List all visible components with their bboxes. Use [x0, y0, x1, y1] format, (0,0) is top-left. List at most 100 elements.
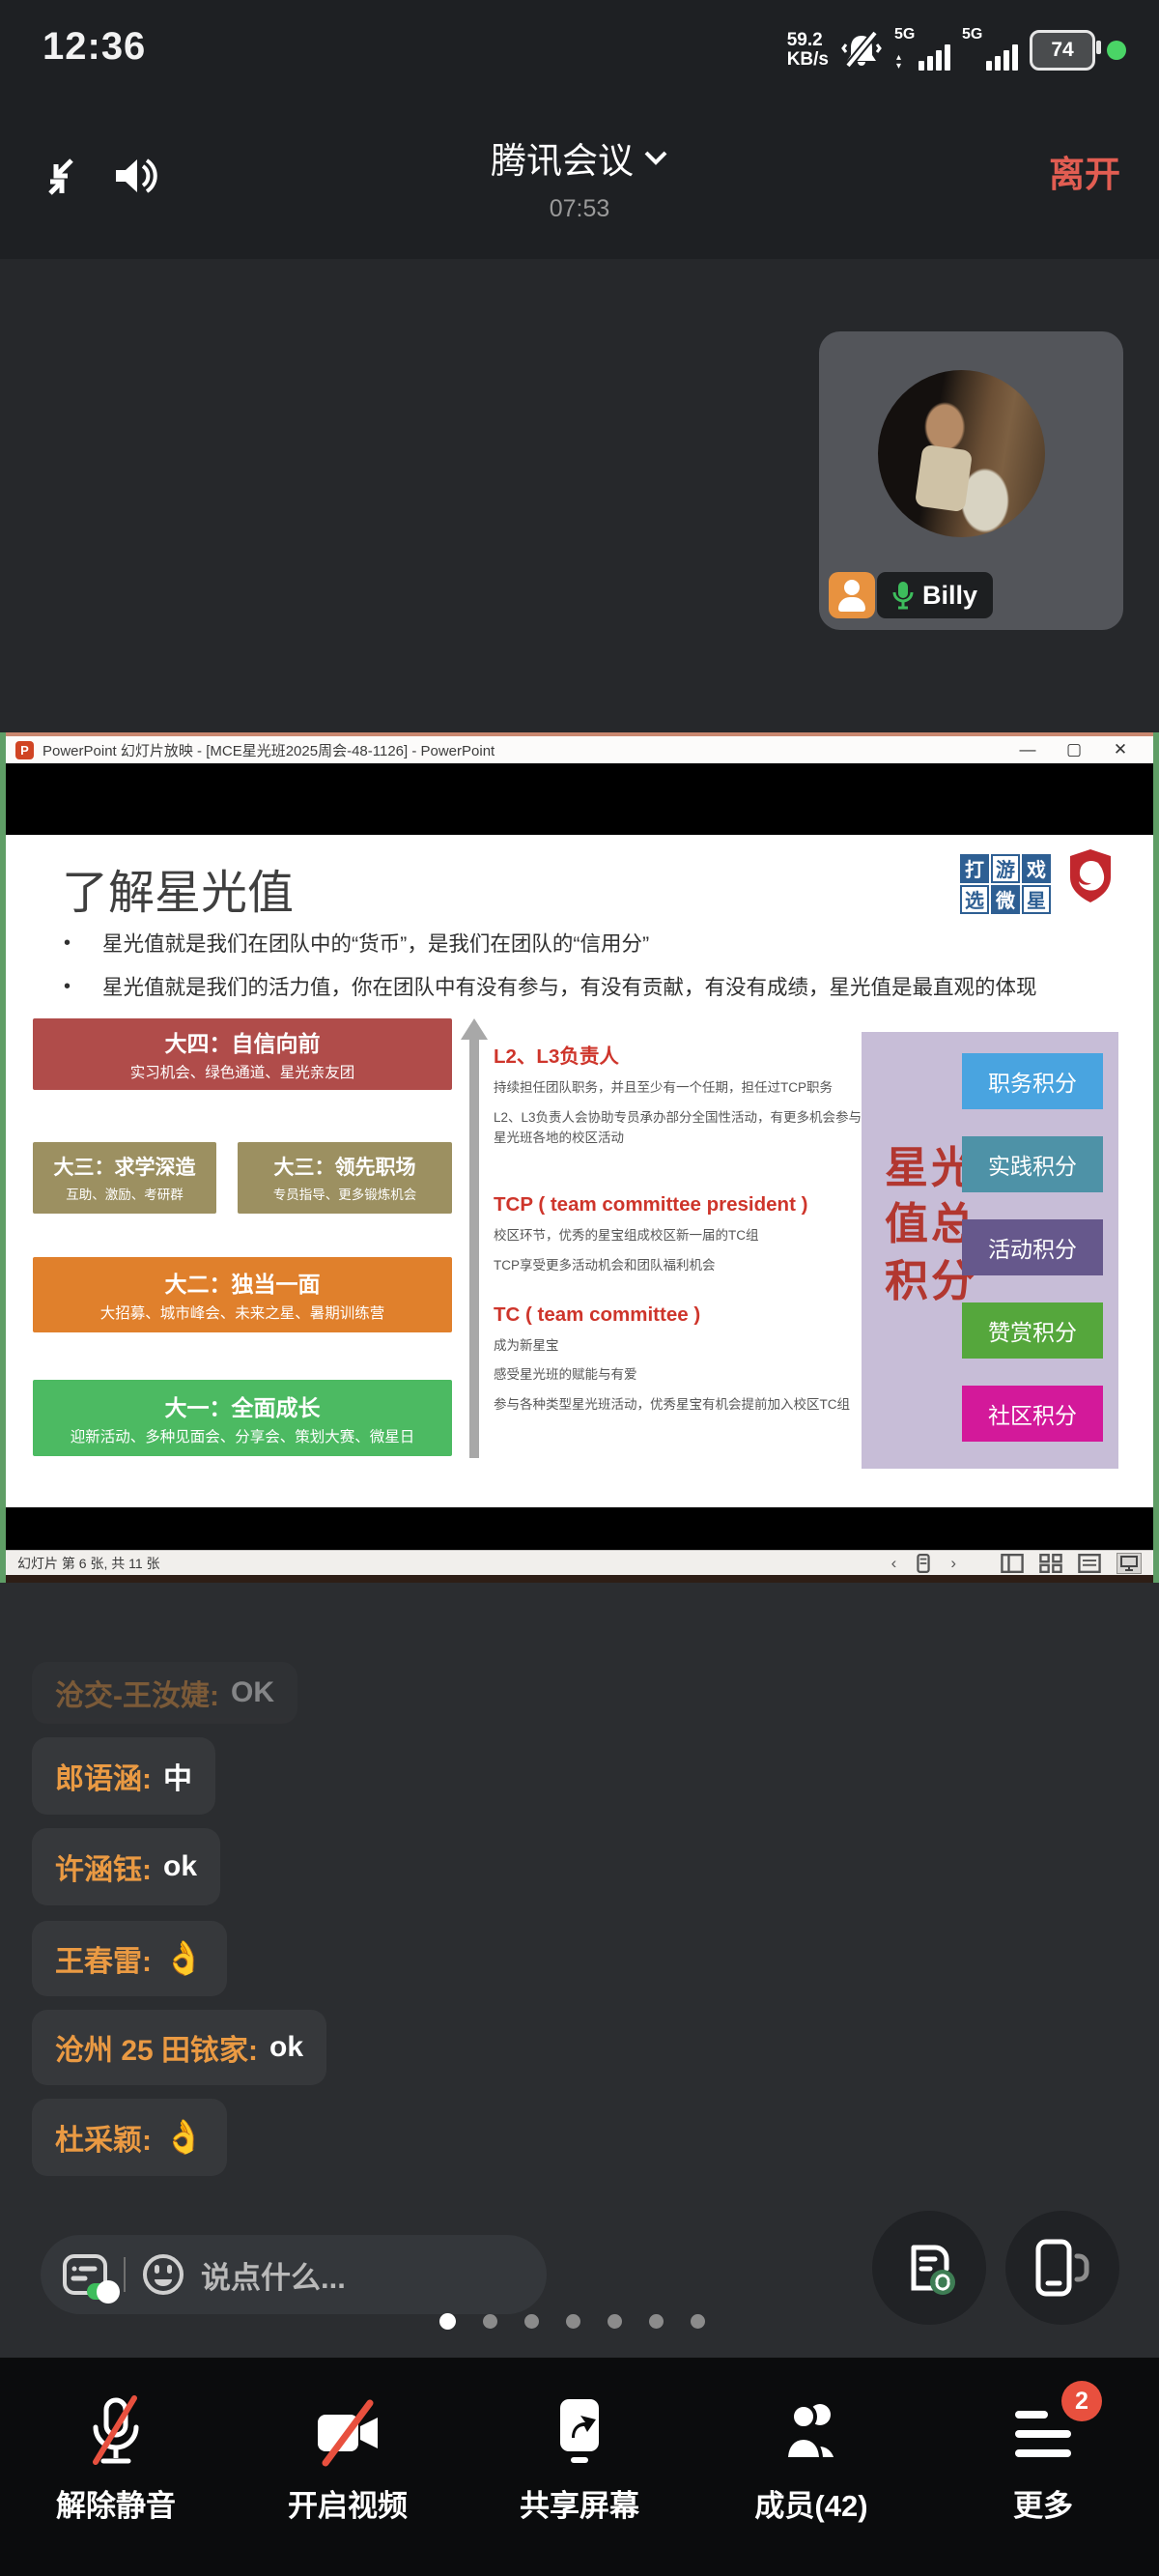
pyramid-level2-block: 大二：独当一面 大招募、城市峰会、未来之星、暑期训练营 — [33, 1256, 452, 1332]
network-speed-unit: KB/s — [786, 49, 829, 70]
slide-letterbox-bottom — [6, 1507, 1153, 1551]
signal-bars-1 — [919, 44, 950, 71]
status-icons: 59.2 KB/s 5G ▴ ▾ 5G 74 — [787, 19, 1126, 81]
block-title: 大二：独当一面 — [164, 1272, 321, 1298]
pyramid-level4-block: 大四：自信向前 实习机会、绿色通道、星光亲友团 — [33, 1017, 452, 1090]
slide-counter: 幻灯片 第 6 张, 共 11 张 — [17, 1555, 160, 1571]
window-close-button[interactable]: ✕ — [1097, 736, 1144, 763]
network-speed: 59.2 KB/s — [787, 31, 829, 70]
block-title: 大一：全面成长 — [164, 1394, 321, 1420]
score-box-community: 社区积分 — [962, 1385, 1103, 1442]
slide-title: 了解星光值 — [62, 867, 295, 919]
pyramid-level3b-block: 大三：领先职场 专员指导、更多锻炼机会 — [238, 1141, 452, 1214]
bullet-marker: • — [64, 976, 71, 998]
more-button[interactable]: 2 更多 — [927, 2358, 1159, 2576]
section-paragraph: 参与各种类型星光班活动，优秀星宝有机会提前加入校区TC组 — [494, 1397, 850, 1413]
section-tc: TC ( team committee ) 成为新星宝 感受星光班的赋能与有爱 … — [494, 1303, 872, 1417]
bullet-text: 星光值就是我们的活力值，你在团队中有没有参与，有没有贡献，有没有成绩，星光值是最… — [102, 976, 1037, 1000]
score-box-duty: 职务积分 — [962, 1052, 1103, 1109]
chat-sender: 沧州 25 田铱家: — [55, 2035, 259, 2067]
toolbar-label: 成员(42) — [754, 2489, 868, 2523]
chat-emoji: 👌 — [163, 1940, 205, 1977]
meeting-title-block[interactable]: 腾讯会议 07:53 — [0, 131, 1159, 223]
next-slide-button[interactable]: › — [950, 1555, 956, 1571]
chat-text: 中 — [163, 1763, 192, 1795]
clock: 12:36 — [42, 25, 147, 68]
pyramid-level3a-block: 大三：求学深造 互助、激励、考研群 — [33, 1141, 216, 1214]
chat-text: ok — [163, 1850, 198, 1882]
window-maximize-button[interactable]: ▢ — [1051, 736, 1097, 763]
section-paragraph: TCP享受更多活动机会和团队福利机会 — [494, 1257, 716, 1273]
chat-input-placeholder[interactable]: 说点什么... — [201, 2253, 346, 2297]
section-paragraph: 成为新星宝 — [494, 1337, 559, 1353]
annotation-pen-icon[interactable] — [912, 1553, 935, 1573]
meeting-title[interactable]: 腾讯会议 — [491, 131, 634, 184]
sim2-label: 5G — [962, 26, 983, 43]
meeting-docs-button[interactable] — [872, 2211, 986, 2325]
score-box-praise: 赞赏积分 — [962, 1302, 1103, 1359]
block-subtitle: 大招募、城市峰会、未来之星、暑期训练营 — [99, 1305, 385, 1323]
data-activity-arrows: ▴ ▾ — [896, 52, 902, 72]
chat-message: 沧交-王汝婕: OK — [32, 1662, 297, 1724]
unmute-button[interactable]: 解除静音 — [0, 2358, 232, 2576]
role-descriptions: L2、L3负责人 持续担任团队职务，并且至少有一个任期，担任过TCP职务 L2、… — [494, 1040, 872, 1460]
participant-name-pill: Billy — [877, 572, 994, 618]
chat-message: 王春雷: 👌 — [32, 1921, 228, 1996]
block-title: 大三：领先职场 — [273, 1157, 416, 1180]
slide-letterbox-top — [6, 763, 1153, 835]
powerpoint-window: P PowerPoint 幻灯片放映 - [MCE星光班2025周会-48-11… — [6, 732, 1153, 1583]
input-divider — [124, 2257, 126, 2292]
battery-indicator: 74 — [1030, 30, 1101, 71]
msi-shield-logo — [1070, 848, 1111, 902]
section-tcp: TCP ( team committee president ) 校区环节，优秀… — [494, 1193, 872, 1276]
block-subtitle: 迎新活动、多种见面会、分享会、策划大赛、微星日 — [70, 1428, 415, 1445]
block-subtitle: 互助、激励、考研群 — [66, 1188, 184, 1203]
reading-view-icon[interactable] — [1078, 1553, 1101, 1573]
signal-sim1: 5G ▴ ▾ — [894, 26, 950, 72]
rotate-screen-button[interactable] — [1005, 2211, 1119, 2325]
bullet-text: 星光值就是我们在团队中的“货币”，是我们在团队的“信用分” — [102, 931, 650, 956]
signal-sim2: 5G — [962, 26, 1018, 72]
pyramid-level1-block: 大一：全面成长 迎新活动、多种见面会、分享会、策划大赛、微星日 — [33, 1379, 452, 1456]
slideshow-view-icon[interactable] — [1117, 1552, 1142, 1574]
normal-view-icon[interactable] — [1001, 1553, 1024, 1573]
page-dot — [649, 2314, 664, 2329]
chat-text: OK — [230, 1676, 274, 1708]
block-title: 大三：求学深造 — [53, 1157, 196, 1180]
emoji-icon[interactable] — [141, 2252, 185, 2297]
page-indicator-dots — [439, 2313, 705, 2330]
window-minimize-button[interactable]: — — [1004, 736, 1051, 763]
logo-tile: 选 — [960, 884, 989, 914]
mic-muted-icon — [93, 2395, 139, 2465]
chat-sender: 许涵钰: — [55, 1854, 152, 1886]
chat-emoji: 👌 — [163, 2119, 205, 2156]
score-box-practice: 实践积分 — [962, 1135, 1103, 1192]
privacy-indicator-dot — [1107, 41, 1126, 60]
previous-slide-button[interactable]: ‹ — [891, 1555, 897, 1571]
members-button[interactable]: 成员(42) — [695, 2358, 927, 2576]
status-bar: 12:36 59.2 KB/s 5G ▴ ▾ 5G 74 — [0, 0, 1159, 97]
chat-input-bar[interactable]: 说点什么... — [41, 2235, 547, 2314]
score-box-activity: 活动积分 — [962, 1218, 1103, 1275]
block-subtitle: 专员指导、更多锻炼机会 — [272, 1188, 417, 1203]
growth-arrow — [460, 1017, 489, 1458]
chat-sender: 杜采颖: — [55, 2125, 152, 2157]
members-icon — [783, 2403, 834, 2461]
leave-meeting-button[interactable]: 离开 — [1049, 145, 1120, 197]
shared-screen-region: P PowerPoint 幻灯片放映 - [MCE星光班2025周会-48-11… — [0, 732, 1159, 1583]
toolbar-label: 解除静音 — [56, 2489, 176, 2523]
start-video-button[interactable]: 开启视频 — [232, 2358, 464, 2576]
chat-sender: 郎语涵: — [55, 1763, 152, 1795]
logo-tile: 微 — [991, 884, 1020, 914]
campaign-logo-tiles: 打 游 戏 选 微 星 — [960, 853, 1051, 914]
powerpoint-app-icon: P — [15, 740, 34, 759]
share-screen-button[interactable]: 共享屏幕 — [464, 2358, 695, 2576]
page-dot — [483, 2314, 497, 2329]
captions-toggle-icon[interactable] — [62, 2251, 120, 2304]
participant-video-tile[interactable]: Billy — [819, 331, 1123, 630]
chevron-down-icon — [644, 151, 667, 165]
page-dot — [566, 2314, 580, 2329]
section-heading: TCP ( team committee president ) — [494, 1192, 808, 1216]
slide-sorter-view-icon[interactable] — [1039, 1553, 1062, 1573]
bullet-item: • 星光值就是我们的活力值，你在团队中有没有参与，有没有贡献，有没有成绩，星光值… — [64, 973, 1117, 1003]
